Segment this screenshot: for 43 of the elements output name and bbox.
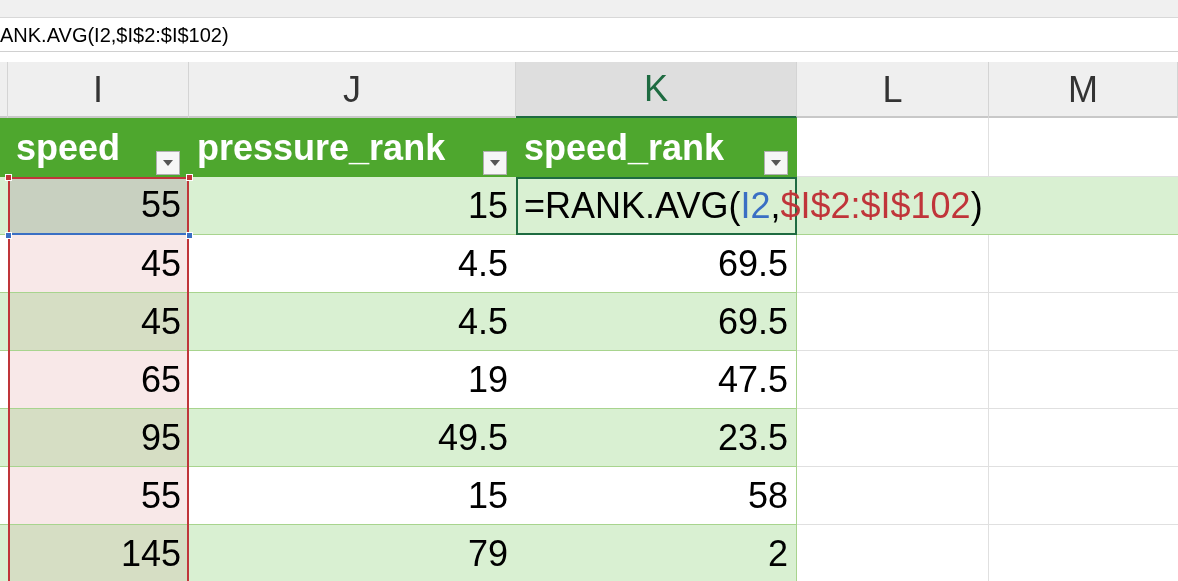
selection-handle[interactable] xyxy=(5,232,12,239)
table-cell[interactable]: 79 xyxy=(189,525,516,581)
table-cell[interactable]: 49.5 xyxy=(189,409,516,467)
table-cell[interactable] xyxy=(0,177,8,235)
table-cell[interactable]: 23.5 xyxy=(516,409,797,467)
selection-handle[interactable] xyxy=(186,174,193,181)
table-cell[interactable]: 45 xyxy=(8,293,189,351)
table-cell[interactable]: 95 xyxy=(8,409,189,467)
formula-bar-text[interactable]: ANK.AVG(I2,$I$2:$I$102) xyxy=(0,19,229,50)
selection-handle[interactable] xyxy=(186,232,193,239)
table-cell[interactable]: 58 xyxy=(516,467,797,525)
caret-icon xyxy=(163,160,173,166)
table-cell[interactable] xyxy=(797,293,989,351)
column-header[interactable]: K xyxy=(516,62,797,118)
table-cell[interactable] xyxy=(0,525,8,581)
filter-dropdown-button[interactable] xyxy=(156,151,180,175)
table-cell[interactable] xyxy=(797,351,989,409)
table-cell[interactable] xyxy=(797,409,989,467)
table-cell[interactable]: 47.5 xyxy=(516,351,797,409)
table-cell[interactable] xyxy=(0,293,8,351)
table-cell[interactable]: 69.5 xyxy=(516,293,797,351)
column-header[interactable]: L xyxy=(797,62,989,118)
table-cell[interactable]: 55 xyxy=(8,467,189,525)
table-header: pressure_rank xyxy=(197,125,446,170)
table-cell[interactable]: 69.5 xyxy=(516,235,797,293)
column-header[interactable]: M xyxy=(989,62,1178,118)
table-cell[interactable]: 2 xyxy=(516,525,797,581)
table-cell[interactable]: 4.5 xyxy=(189,293,516,351)
table-cell[interactable]: 45 xyxy=(8,235,189,293)
table-cell[interactable] xyxy=(797,235,989,293)
table-header: speed_rank xyxy=(524,125,725,170)
selection-handle[interactable] xyxy=(5,174,12,181)
table-cell[interactable] xyxy=(797,467,989,525)
table-header: speed xyxy=(16,125,121,170)
table-cell[interactable]: 65 xyxy=(8,351,189,409)
caret-icon xyxy=(490,160,500,166)
table-cell[interactable]: 15 xyxy=(189,177,516,235)
filter-dropdown-button[interactable] xyxy=(483,151,507,175)
table-cell[interactable]: 145 xyxy=(8,525,189,581)
caret-icon xyxy=(771,160,781,166)
table-cell[interactable] xyxy=(0,409,8,467)
filter-dropdown-button[interactable] xyxy=(764,151,788,175)
table-cell[interactable]: 55 xyxy=(8,177,189,235)
